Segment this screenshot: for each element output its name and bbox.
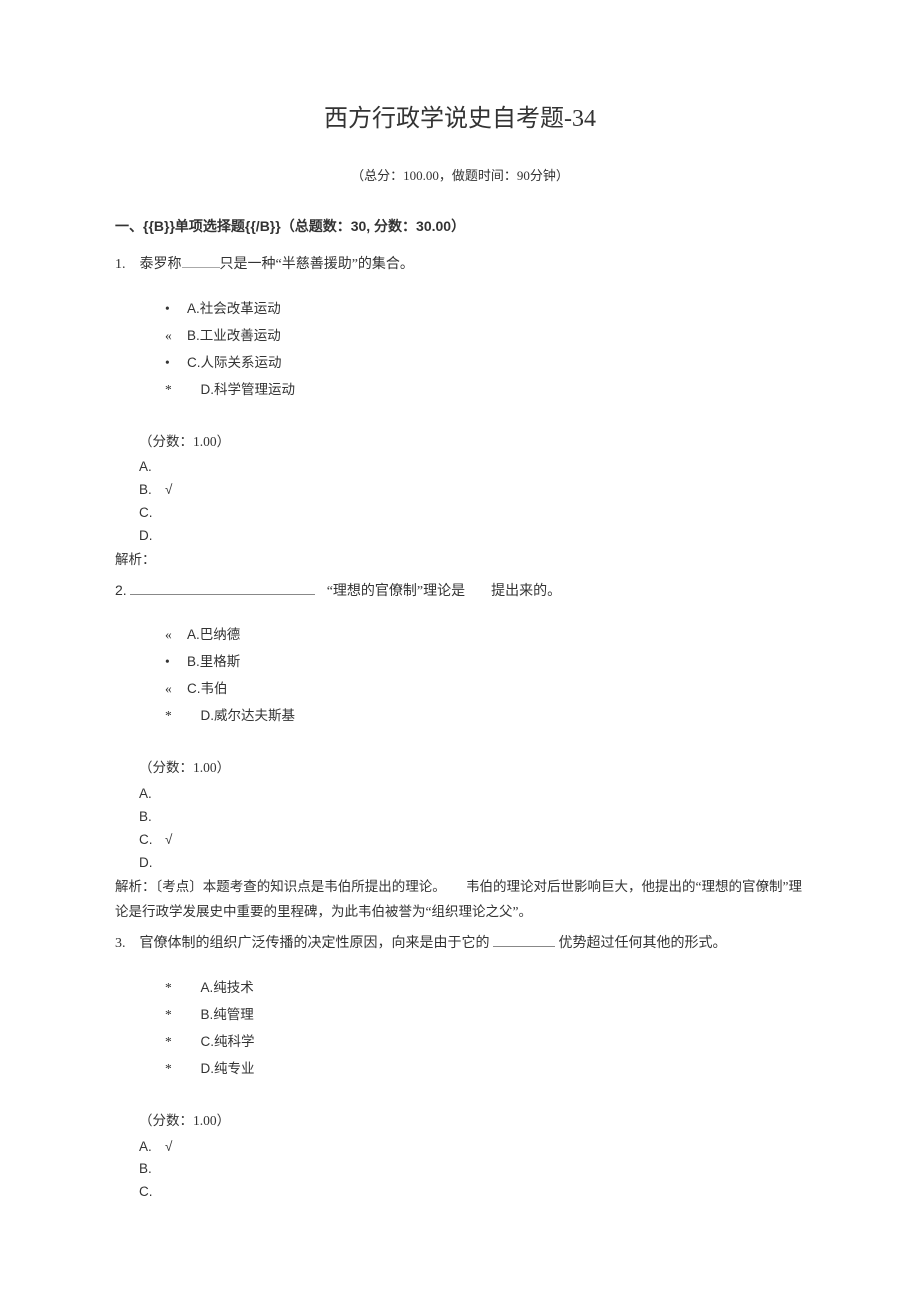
answer-letter: C. xyxy=(139,502,165,525)
bullet-icon: * xyxy=(165,1028,187,1055)
answer-row: D. xyxy=(115,525,805,548)
answer-letter: C. xyxy=(139,1181,165,1204)
bullet-icon: * xyxy=(165,702,187,729)
answer-letter: A. xyxy=(139,456,165,479)
list-item: * B.纯管理 xyxy=(165,1001,805,1028)
answer-row: B. xyxy=(115,806,805,829)
blank-line xyxy=(130,582,315,595)
question-1-stem: 1. 泰罗称 只是一种“半慈善援助”的集合。 xyxy=(115,252,805,277)
bullet-icon: « xyxy=(165,322,187,349)
bullet-icon: • xyxy=(165,648,187,675)
option-text: A.纯技术 xyxy=(187,980,254,995)
answer-row: A. xyxy=(115,456,805,479)
option-text: A.社会改革运动 xyxy=(187,301,281,316)
question-2-stem: 2. “理想的官僚制”理论是 提出来的。 xyxy=(115,579,805,603)
answer-row: C. xyxy=(115,502,805,525)
list-item: «C.韦伯 xyxy=(165,675,805,702)
q2-score: （分数：1.00） xyxy=(115,757,805,779)
blank-line xyxy=(493,934,555,947)
bullet-icon: * xyxy=(165,1055,187,1082)
option-text: B.里格斯 xyxy=(187,654,240,669)
q1-prefix: 1. 泰罗称 xyxy=(115,257,182,272)
answer-letter: B. xyxy=(139,1158,165,1181)
bullet-icon: « xyxy=(165,621,187,648)
bullet-icon: * xyxy=(165,1001,187,1028)
list-item: •A.社会改革运动 xyxy=(165,295,805,322)
check-mark: √ xyxy=(165,482,172,497)
list-item: •B.里格斯 xyxy=(165,648,805,675)
option-text: B.工业改善运动 xyxy=(187,328,281,343)
answer-row: C. xyxy=(115,1181,805,1204)
bullet-icon: • xyxy=(165,295,187,322)
blank-line xyxy=(182,255,220,268)
answer-letter: D. xyxy=(139,852,165,875)
section-heading: 一、{{B}}单项选择题{{/B}}（总题数：30, 分数：30.00） xyxy=(115,215,805,237)
answer-row: A. xyxy=(115,783,805,806)
option-text: D.科学管理运动 xyxy=(187,382,295,397)
answer-row: D. xyxy=(115,852,805,875)
answer-letter: B. xyxy=(139,806,165,829)
answer-letter: D. xyxy=(139,525,165,548)
option-text: C.人际关系运动 xyxy=(187,355,282,370)
list-item: * D.纯专业 xyxy=(165,1055,805,1082)
bullet-icon: • xyxy=(165,349,187,376)
option-text: D.威尔达夫斯基 xyxy=(187,708,295,723)
answer-row: B.√ xyxy=(115,479,805,502)
list-item: * D.威尔达夫斯基 xyxy=(165,702,805,729)
q1-score: （分数：1.00） xyxy=(115,431,805,453)
question-1-options: •A.社会改革运动 «B.工业改善运动 •C.人际关系运动 * D.科学管理运动 xyxy=(115,295,805,403)
q3-suffix: 优势超过任何其他的形式。 xyxy=(559,936,727,951)
bullet-icon: * xyxy=(165,376,187,403)
option-text: D.纯专业 xyxy=(187,1061,255,1076)
answer-letter: A. xyxy=(139,1136,165,1159)
q3-prefix: 3. 官僚体制的组织广泛传播的决定性原因，向来是由于它的 xyxy=(115,936,490,951)
option-text: C.韦伯 xyxy=(187,681,228,696)
option-text: C.纯科学 xyxy=(187,1034,255,1049)
q1-suffix: 只是一种“半慈善援助”的集合。 xyxy=(220,257,414,272)
q1-analysis: 解析： xyxy=(115,548,805,573)
list-item: * A.纯技术 xyxy=(165,974,805,1001)
answer-row: C.√ xyxy=(115,829,805,852)
question-3-stem: 3. 官僚体制的组织广泛传播的决定性原因，向来是由于它的 优势超过任何其他的形式… xyxy=(115,931,805,956)
option-text: B.纯管理 xyxy=(187,1007,254,1022)
question-3-options: * A.纯技术 * B.纯管理 * C.纯科学 * D.纯专业 xyxy=(115,974,805,1082)
answer-letter: C. xyxy=(139,829,165,852)
q2-mid: “理想的官僚制”理论是 xyxy=(327,584,465,599)
q3-score: （分数：1.00） xyxy=(115,1110,805,1132)
answer-letter: B. xyxy=(139,479,165,502)
bullet-icon: * xyxy=(165,974,187,1001)
exam-meta: （总分：100.00，做题时间：90分钟） xyxy=(115,166,805,187)
q2-suffix: 提出来的。 xyxy=(491,584,561,599)
q2-num: 2. xyxy=(115,582,127,598)
list-item: «A.巴纳德 xyxy=(165,621,805,648)
answer-row: B. xyxy=(115,1158,805,1181)
q2-analysis: 解析：〔考点〕本题考查的知识点是韦伯所提出的理论。 韦伯的理论对后世影响巨大，他… xyxy=(115,875,805,925)
list-item: «B.工业改善运动 xyxy=(165,322,805,349)
question-2-options: «A.巴纳德 •B.里格斯 «C.韦伯 * D.威尔达夫斯基 xyxy=(115,621,805,729)
list-item: •C.人际关系运动 xyxy=(165,349,805,376)
answer-letter: A. xyxy=(139,783,165,806)
list-item: * C.纯科学 xyxy=(165,1028,805,1055)
answer-row: A.√ xyxy=(115,1136,805,1159)
document-title: 西方行政学说史自考题-34 xyxy=(115,100,805,138)
list-item: * D.科学管理运动 xyxy=(165,376,805,403)
bullet-icon: « xyxy=(165,675,187,702)
option-text: A.巴纳德 xyxy=(187,627,240,642)
check-mark: √ xyxy=(165,832,172,847)
check-mark: √ xyxy=(165,1139,172,1154)
